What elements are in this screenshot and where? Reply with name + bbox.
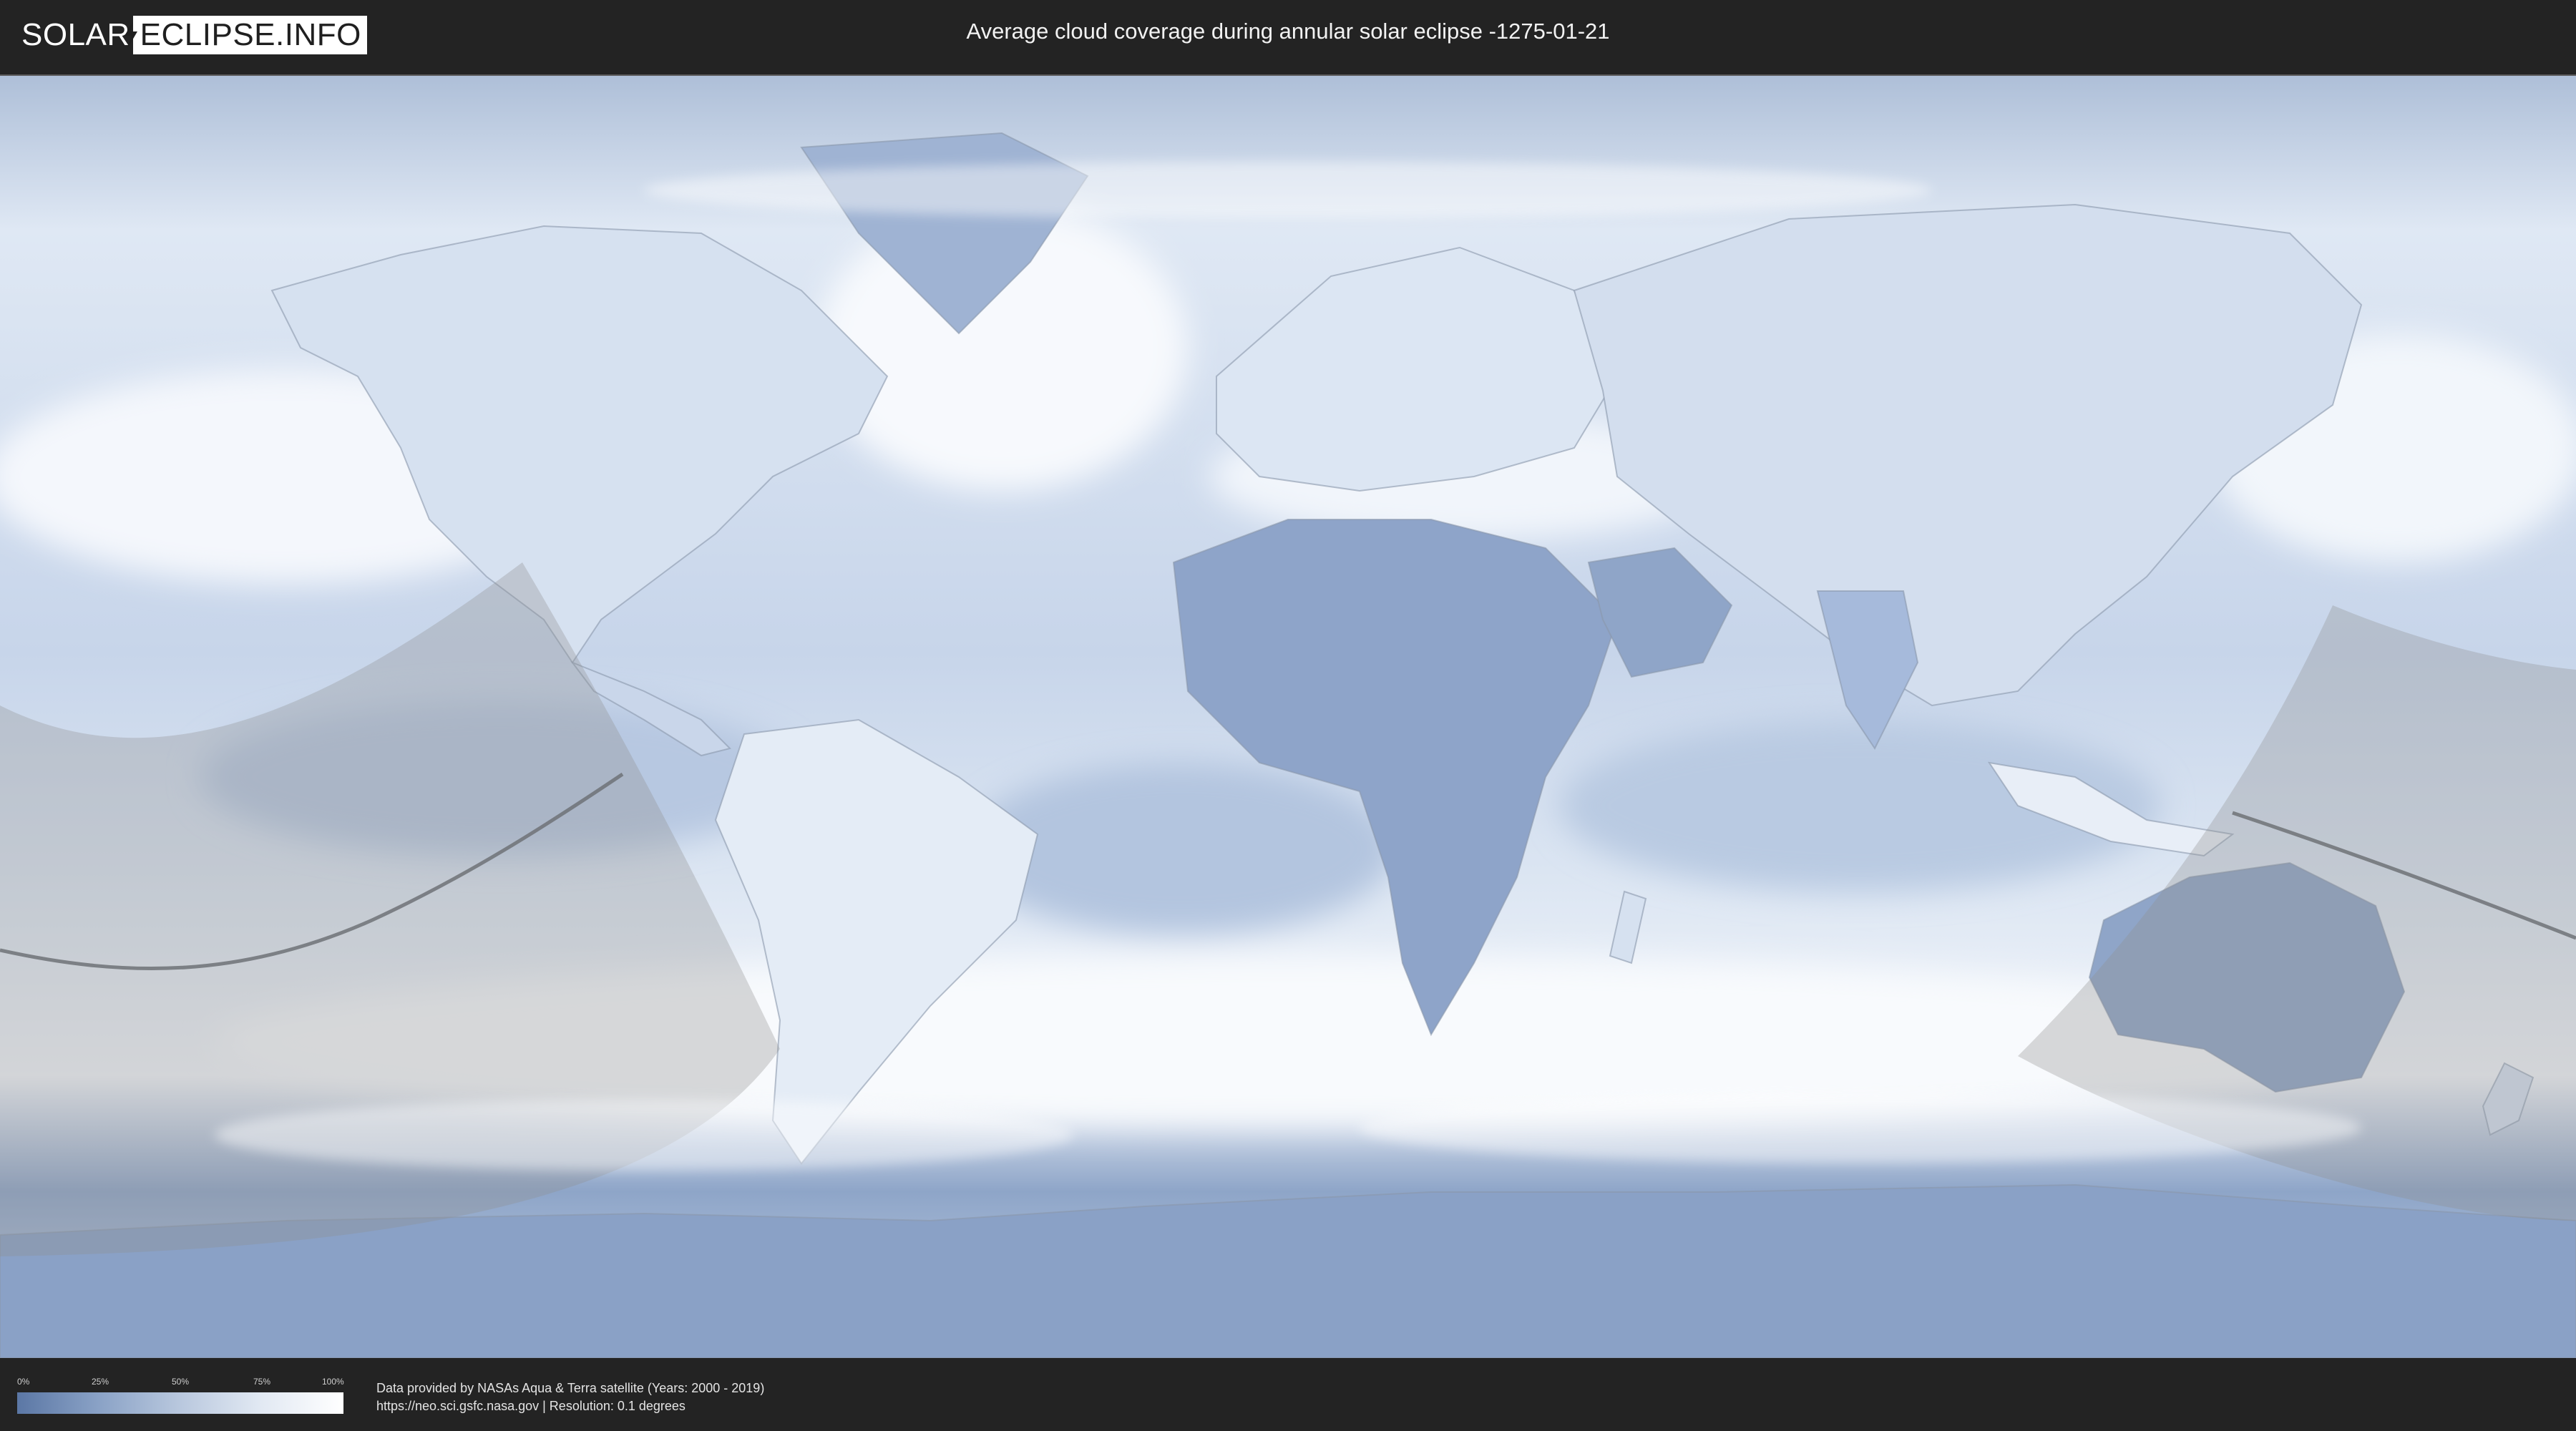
legend-tick-25: 25% bbox=[92, 1377, 109, 1387]
data-credits: Data provided by NASAs Aqua & Terra sate… bbox=[376, 1379, 764, 1415]
credits-line-1: Data provided by NASAs Aqua & Terra sate… bbox=[376, 1381, 765, 1395]
legend-tick-50: 50% bbox=[172, 1377, 190, 1387]
legend-tick-labels: 0% 25% 50% 75% 100% bbox=[17, 1377, 344, 1390]
cloud-coverage-legend: 0% 25% 50% 75% 100% bbox=[17, 1377, 344, 1414]
cloud-coverage-map[interactable] bbox=[0, 74, 2576, 1358]
legend-tick-100: 100% bbox=[322, 1377, 344, 1387]
legend-tick-75: 75% bbox=[253, 1377, 271, 1387]
legend-tick-0: 0% bbox=[17, 1377, 30, 1387]
world-map-svg bbox=[0, 76, 2576, 1358]
legend-gradient-bar bbox=[17, 1392, 343, 1414]
footer-bar: 0% 25% 50% 75% 100% Data provided by NAS… bbox=[0, 1359, 2576, 1431]
header-bar: SOLAR ECLIPSE.INFO Average cloud coverag… bbox=[0, 0, 2576, 72]
credits-line-2[interactable]: https://neo.sci.gsfc.nasa.gov | Resoluti… bbox=[376, 1397, 764, 1415]
page-title: Average cloud coverage during annular so… bbox=[966, 19, 1610, 44]
